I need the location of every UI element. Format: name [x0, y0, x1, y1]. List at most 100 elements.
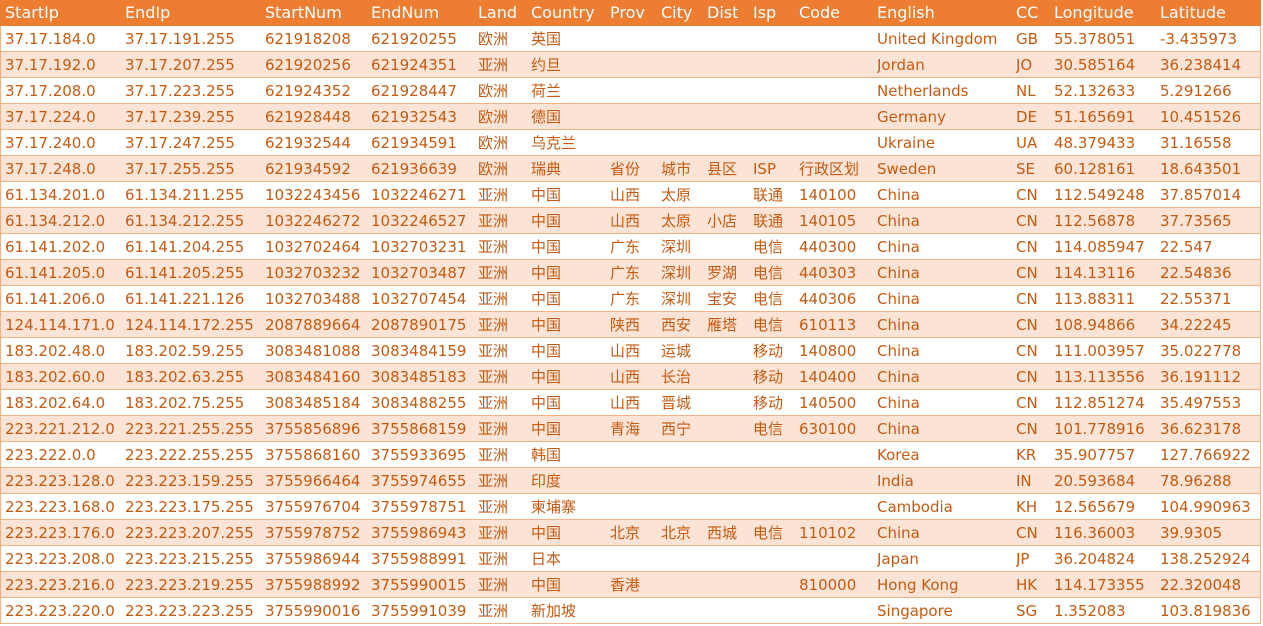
cell-latitude[interactable]: 5.291266 [1160, 78, 1260, 104]
cell-startnum[interactable]: 3755990016 [265, 598, 367, 624]
header-isp[interactable]: Isp [753, 0, 797, 26]
cell-latitude[interactable]: 127.766922 [1160, 442, 1260, 468]
cell-endip[interactable]: 37.17.239.255 [125, 104, 261, 130]
header-latitude[interactable]: Latitude [1160, 0, 1260, 26]
cell-endnum[interactable]: 3083484159 [371, 338, 475, 364]
cell-city[interactable]: 长治 [661, 364, 704, 390]
cell-endip[interactable]: 61.134.212.255 [125, 208, 261, 234]
cell-land[interactable]: 亚洲 [478, 494, 528, 520]
cell-endnum[interactable]: 621932543 [371, 104, 475, 130]
cell-longitude[interactable]: 30.585164 [1054, 52, 1158, 78]
cell-cc[interactable]: CN [1016, 208, 1052, 234]
cell-startip[interactable]: 223.223.168.0 [5, 494, 120, 520]
header-endip[interactable]: EndIp [125, 0, 261, 26]
cell-endip[interactable]: 223.223.175.255 [125, 494, 261, 520]
cell-country[interactable]: 瑞典 [531, 156, 607, 182]
cell-longitude[interactable]: 36.204824 [1054, 546, 1158, 572]
cell-latitude[interactable]: 36.623178 [1160, 416, 1260, 442]
cell-country[interactable]: 乌克兰 [531, 130, 607, 156]
cell-latitude[interactable]: 34.22245 [1160, 312, 1260, 338]
cell-english[interactable]: Korea [877, 442, 1013, 468]
cell-latitude[interactable]: 22.320048 [1160, 572, 1260, 598]
cell-english[interactable]: China [877, 416, 1013, 442]
cell-land[interactable]: 亚洲 [478, 390, 528, 416]
cell-endnum[interactable]: 1032246527 [371, 208, 475, 234]
cell-cc[interactable]: DE [1016, 104, 1052, 130]
cell-country[interactable]: 中国 [531, 520, 607, 546]
cell-city[interactable]: 深圳 [661, 286, 704, 312]
cell-cc[interactable]: KH [1016, 494, 1052, 520]
cell-city[interactable]: 太原 [661, 208, 704, 234]
table-row[interactable]: 223.221.212.0 223.221.255.255 3755856896 37… [0, 416, 1261, 442]
cell-longitude[interactable]: 35.907757 [1054, 442, 1158, 468]
cell-endnum[interactable]: 1032246271 [371, 182, 475, 208]
cell-prov[interactable]: 广东 [610, 260, 658, 286]
cell-prov[interactable]: 山西 [610, 390, 658, 416]
cell-endip[interactable]: 61.141.204.255 [125, 234, 261, 260]
table-row[interactable]: 37.17.192.0 37.17.207.255 621920256 6219243… [0, 52, 1261, 78]
cell-cc[interactable]: CN [1016, 338, 1052, 364]
cell-endnum[interactable]: 3083485183 [371, 364, 475, 390]
cell-city[interactable]: 深圳 [661, 260, 704, 286]
table-row[interactable]: 37.17.240.0 37.17.247.255 621932544 6219345… [0, 130, 1261, 156]
cell-cc[interactable]: KR [1016, 442, 1052, 468]
cell-isp[interactable]: 电信 [753, 260, 797, 286]
cell-land[interactable]: 亚洲 [478, 364, 528, 390]
cell-country[interactable]: 荷兰 [531, 78, 607, 104]
cell-latitude[interactable]: 36.238414 [1160, 52, 1260, 78]
cell-startip[interactable]: 223.222.0.0 [5, 442, 120, 468]
cell-endip[interactable]: 183.202.75.255 [125, 390, 261, 416]
cell-startip[interactable]: 124.114.171.0 [5, 312, 120, 338]
cell-city[interactable]: 太原 [661, 182, 704, 208]
cell-land[interactable]: 欧洲 [478, 78, 528, 104]
cell-land[interactable]: 欧洲 [478, 26, 528, 52]
cell-city[interactable]: 北京 [661, 520, 704, 546]
cell-prov[interactable]: 山西 [610, 208, 658, 234]
cell-cc[interactable]: CN [1016, 234, 1052, 260]
cell-longitude[interactable]: 116.36003 [1054, 520, 1158, 546]
cell-startip[interactable]: 37.17.248.0 [5, 156, 120, 182]
cell-endip[interactable]: 37.17.191.255 [125, 26, 261, 52]
cell-dist[interactable]: 县区 [707, 156, 751, 182]
cell-english[interactable]: China [877, 338, 1013, 364]
cell-english[interactable]: Cambodia [877, 494, 1013, 520]
cell-endip[interactable]: 61.134.211.255 [125, 182, 261, 208]
cell-land[interactable]: 亚洲 [478, 598, 528, 624]
cell-startip[interactable]: 37.17.192.0 [5, 52, 120, 78]
cell-english[interactable]: Hong Kong [877, 572, 1013, 598]
cell-endip[interactable]: 37.17.207.255 [125, 52, 261, 78]
cell-land[interactable]: 亚洲 [478, 468, 528, 494]
cell-longitude[interactable]: 60.128161 [1054, 156, 1158, 182]
header-code[interactable]: Code [799, 0, 875, 26]
cell-startnum[interactable]: 1032246272 [265, 208, 367, 234]
cell-startnum[interactable]: 3755966464 [265, 468, 367, 494]
cell-startip[interactable]: 223.221.212.0 [5, 416, 120, 442]
cell-city[interactable]: 深圳 [661, 234, 704, 260]
cell-city[interactable]: 运城 [661, 338, 704, 364]
cell-endnum[interactable]: 3083488255 [371, 390, 475, 416]
cell-startip[interactable]: 61.134.201.0 [5, 182, 120, 208]
header-startip[interactable]: StartIp [5, 0, 120, 26]
cell-english[interactable]: Ukraine [877, 130, 1013, 156]
cell-startnum[interactable]: 3083484160 [265, 364, 367, 390]
header-cc[interactable]: CC [1016, 0, 1052, 26]
cell-dist[interactable]: 小店 [707, 208, 751, 234]
cell-prov[interactable]: 山西 [610, 364, 658, 390]
cell-startnum[interactable]: 1032702464 [265, 234, 367, 260]
cell-endnum[interactable]: 3755991039 [371, 598, 475, 624]
cell-longitude[interactable]: 111.003957 [1054, 338, 1158, 364]
table-row[interactable]: 223.223.128.0 223.223.159.255 3755966464 37… [0, 468, 1261, 494]
cell-code[interactable]: 440300 [799, 234, 875, 260]
table-row[interactable]: 223.223.176.0 223.223.207.255 3755978752 37… [0, 520, 1261, 546]
cell-latitude[interactable]: 104.990963 [1160, 494, 1260, 520]
cell-endnum[interactable]: 3755933695 [371, 442, 475, 468]
cell-code[interactable]: 110102 [799, 520, 875, 546]
cell-startnum[interactable]: 1032243456 [265, 182, 367, 208]
cell-longitude[interactable]: 114.173355 [1054, 572, 1158, 598]
cell-cc[interactable]: CN [1016, 182, 1052, 208]
cell-country[interactable]: 韩国 [531, 442, 607, 468]
cell-cc[interactable]: SE [1016, 156, 1052, 182]
cell-endnum[interactable]: 621920255 [371, 26, 475, 52]
header-endnum[interactable]: EndNum [371, 0, 475, 26]
cell-endip[interactable]: 61.141.205.255 [125, 260, 261, 286]
